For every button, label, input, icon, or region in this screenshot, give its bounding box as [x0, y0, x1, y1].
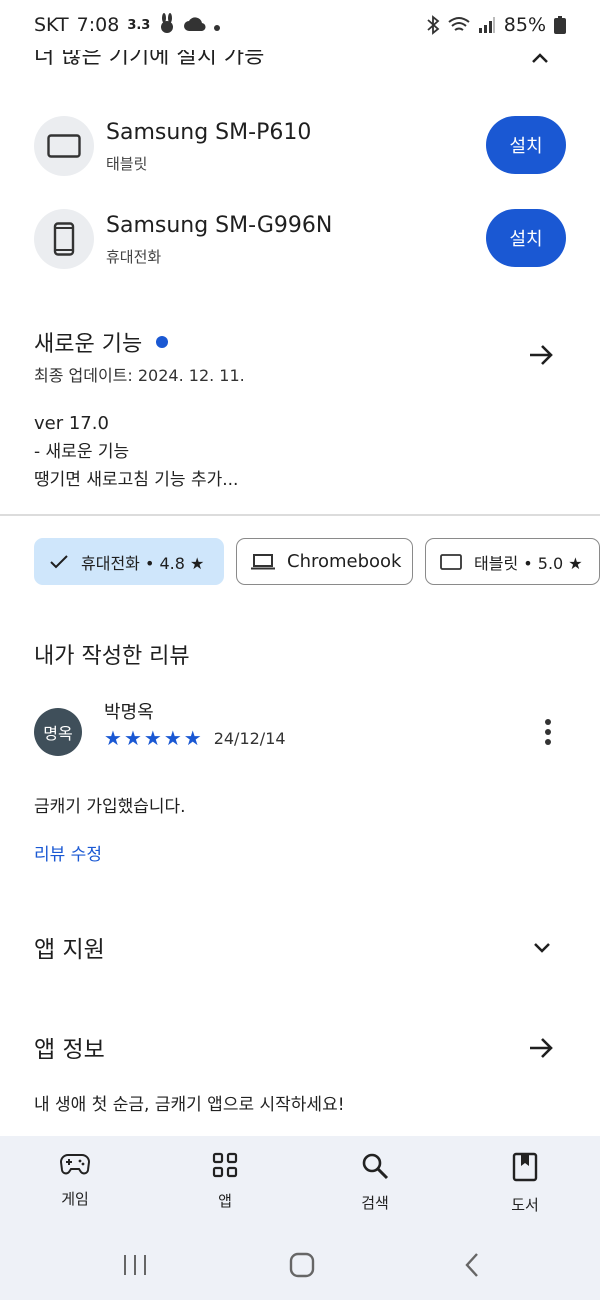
gamepad-icon	[60, 1154, 90, 1175]
chip-phone[interactable]: 휴대전화 • 4.8 ★	[34, 538, 224, 585]
recent-apps-icon[interactable]	[124, 1255, 146, 1275]
version-text: ver 17.0	[34, 413, 109, 434]
install-button[interactable]: 설치	[486, 209, 566, 267]
chip-label: 휴대전화 • 4.8 ★	[81, 553, 205, 573]
rabbit-icon	[158, 12, 176, 38]
review-date: 24/12/14	[213, 728, 286, 748]
arrow-right-icon[interactable]	[526, 340, 556, 370]
nav-label: 게임	[61, 1190, 89, 1208]
star-icon: ★	[143, 726, 162, 750]
app-info-heading[interactable]: 앱 정보	[34, 1030, 105, 1064]
my-review-heading: 내가 작성한 리뷰	[34, 644, 190, 669]
install-button[interactable]: 설치	[486, 116, 566, 174]
wifi-icon	[448, 16, 470, 34]
nav-label: 검색	[361, 1194, 389, 1212]
nav-apps[interactable]: 앱	[175, 1152, 275, 1211]
chip-chromebook[interactable]: Chromebook	[236, 538, 413, 585]
last-updated: 최종 업데이트: 2024. 12. 11.	[34, 366, 245, 385]
clock: 7:08	[76, 14, 120, 36]
release-note-line: 땡기면 새로고침 기능 추가...	[34, 470, 239, 490]
device-row-tablet: Samsung SM-P610 태블릿 설치	[34, 116, 566, 176]
star-icon: ★	[104, 726, 122, 750]
avatar: 명옥	[34, 708, 82, 756]
search-icon	[362, 1153, 389, 1180]
carrier: SKT	[34, 14, 69, 36]
phone-icon	[34, 209, 94, 269]
apps-grid-icon	[212, 1152, 238, 1178]
network-speed: 3.3	[127, 17, 151, 33]
reviewer-name: 박명옥	[104, 702, 154, 723]
laptop-icon	[251, 553, 275, 571]
chip-label: 태블릿 • 5.0 ★	[474, 553, 583, 573]
app-description: 내 생애 첫 순금, 금캐기 앱으로 시작하세요!	[34, 1095, 345, 1115]
home-icon[interactable]	[289, 1252, 315, 1278]
tablet-icon	[440, 553, 462, 570]
release-notes: ver 17.0 - 새로운 기능 땡기면 새로고침 기능 추가...	[34, 410, 238, 494]
dot-icon	[214, 14, 221, 36]
device-name: Samsung SM-G996N	[106, 212, 333, 238]
star-icon: ★	[183, 726, 202, 750]
device-type: 태블릿	[106, 154, 148, 173]
bluetooth-icon	[426, 15, 440, 35]
nav-label: 앱	[218, 1192, 232, 1210]
whats-new-title: 새로운 기능	[34, 332, 143, 357]
star-icon: ★	[123, 726, 142, 750]
nav-label: 도서	[511, 1196, 539, 1214]
review-text: 금캐기 가입했습니다.	[34, 797, 186, 817]
release-note-line: - 새로운 기능	[34, 442, 130, 462]
star-icon: ★	[163, 726, 182, 750]
divider	[0, 514, 600, 516]
new-indicator-dot	[156, 336, 169, 348]
chip-tablet[interactable]: 태블릿 • 5.0 ★	[425, 538, 600, 585]
whats-new-heading[interactable]: 새로운 기능	[34, 326, 169, 358]
nav-books[interactable]: 도서	[475, 1152, 575, 1215]
rating-stars: ★ ★ ★ ★ ★ 24/12/14	[104, 726, 286, 750]
chip-label: Chromebook	[287, 551, 402, 572]
arrow-right-icon[interactable]	[526, 1033, 556, 1063]
app-support-heading[interactable]: 앱 지원	[34, 930, 105, 964]
more-vert-icon[interactable]	[538, 716, 558, 748]
nav-games[interactable]: 게임	[25, 1152, 125, 1209]
book-icon	[512, 1152, 538, 1182]
battery-icon	[554, 16, 566, 34]
device-row-phone: Samsung SM-G996N 휴대전화 설치	[34, 209, 566, 269]
system-nav-bar	[124, 1252, 478, 1278]
nav-search[interactable]: 검색	[325, 1152, 425, 1213]
chevron-down-icon[interactable]	[528, 934, 556, 962]
cloud-icon	[184, 14, 206, 36]
edit-review-link[interactable]: 리뷰 수정	[34, 840, 102, 865]
battery-percent: 85%	[503, 14, 546, 36]
check-icon	[49, 554, 69, 570]
signal-icon	[478, 17, 496, 33]
device-type: 휴대전화	[106, 247, 162, 266]
back-icon[interactable]	[465, 1253, 478, 1277]
tablet-icon	[34, 116, 94, 176]
status-bar: SKT 7:08 3.3 85%	[0, 0, 600, 50]
device-name: Samsung SM-P610	[106, 119, 312, 145]
